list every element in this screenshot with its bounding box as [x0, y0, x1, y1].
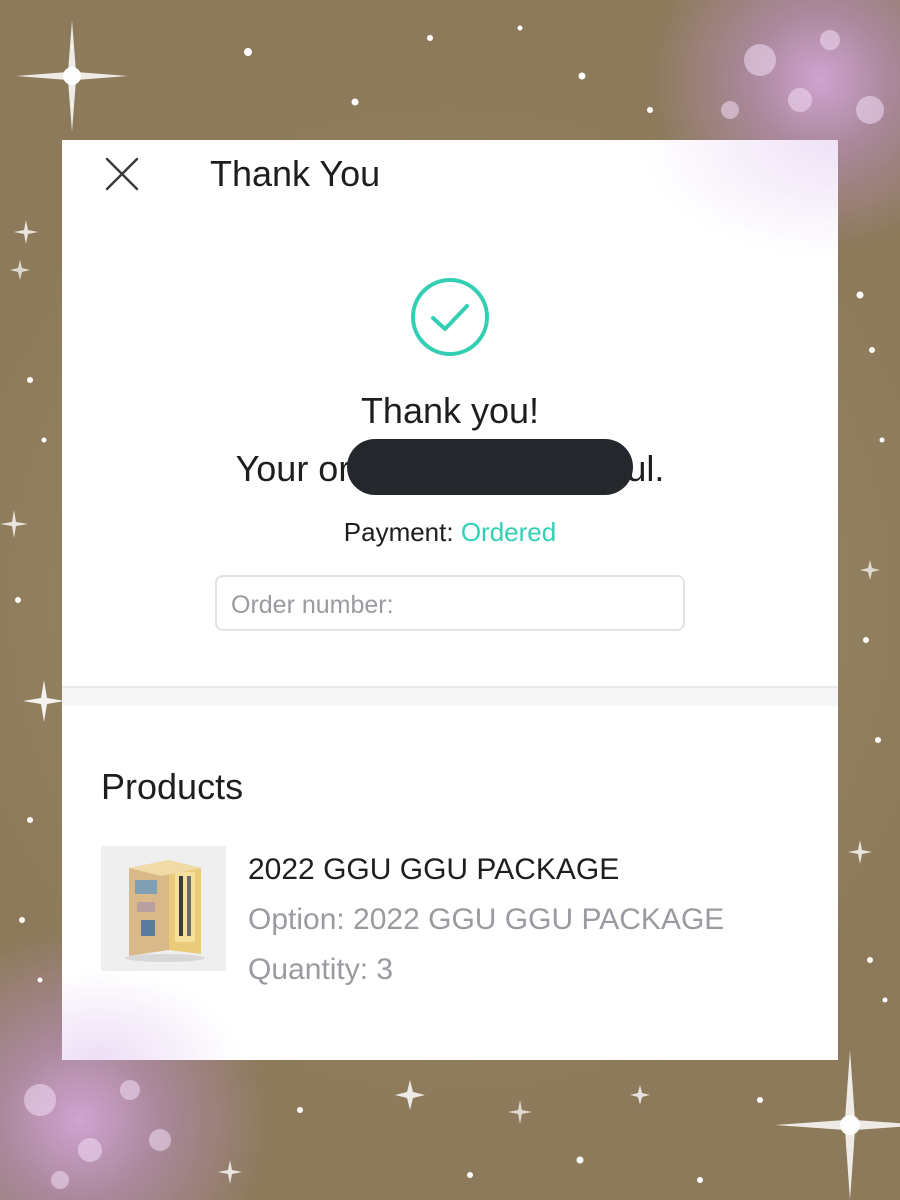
product-option: Option: 2022 GGU GGU PACKAGE: [248, 903, 725, 936]
order-confirmation-card: Thank You Thank you! Your order was succ…: [62, 140, 838, 686]
product-box-image[interactable]: [101, 846, 226, 971]
payment-status-value: Ordered: [460, 517, 557, 547]
check-circle-icon: [411, 278, 489, 356]
products-section: Products 2022 GGU GGU PACKAGE Option: 20…: [62, 706, 838, 1060]
thank-you-heading: Thank you!: [360, 390, 540, 431]
section-gap: [62, 688, 838, 706]
close-icon[interactable]: [102, 154, 142, 194]
payment-status-line: Payment: Ordered: [62, 516, 838, 548]
order-number-field[interactable]: Order number:: [215, 575, 685, 631]
payment-label: Payment:: [343, 517, 454, 547]
order-number-label: Order number:: [231, 591, 394, 619]
products-section-title: Products: [101, 766, 244, 807]
redaction-overlay: [347, 439, 633, 495]
page-title: Thank You: [210, 153, 381, 194]
product-quantity: Quantity: 3: [248, 953, 394, 986]
product-name[interactable]: 2022 GGU GGU PACKAGE: [248, 852, 619, 888]
